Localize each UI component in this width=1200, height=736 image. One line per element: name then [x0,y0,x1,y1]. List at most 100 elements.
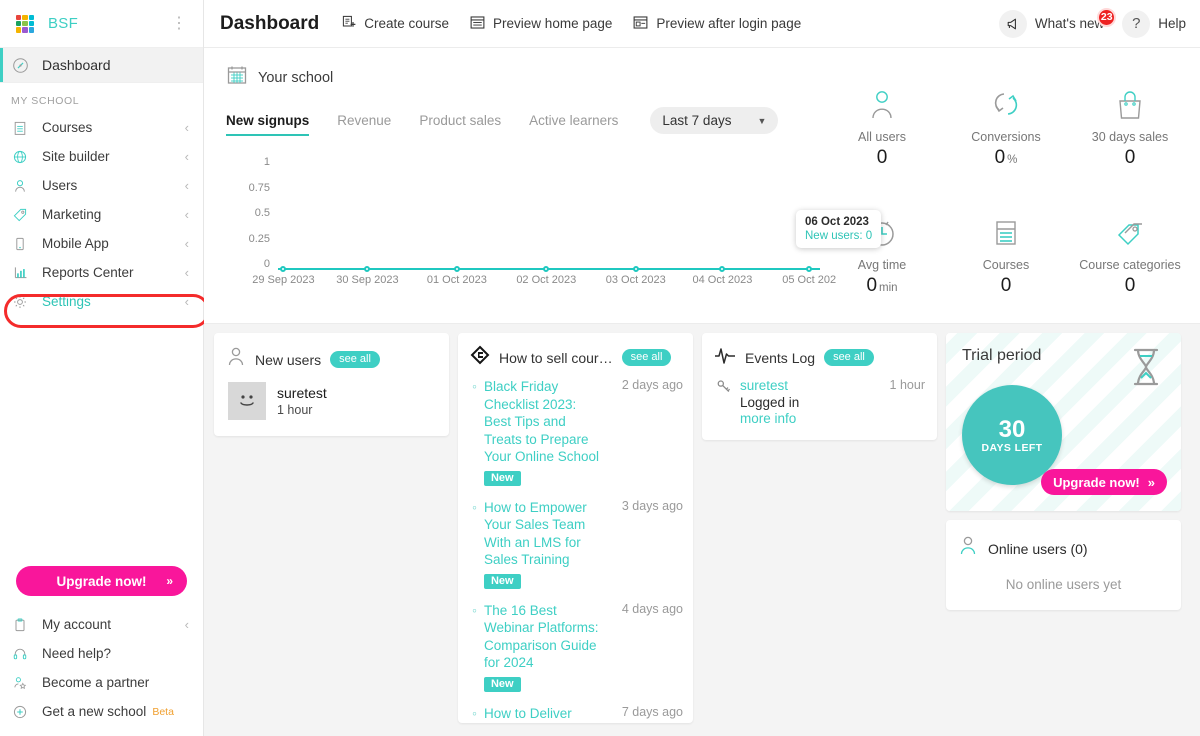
see-all-button[interactable]: see all [621,349,672,366]
chart-point[interactable] [280,266,287,272]
clipboard-icon [12,617,34,633]
blog-main: How to Empower Your Sales Team With an L… [483,499,602,589]
tab-revenue[interactable]: Revenue [337,113,405,136]
help-button[interactable]: ? Help [1122,9,1186,38]
book-icon [12,120,34,136]
sidebar-item-label: Marketing [42,207,102,222]
trial-upgrade-button[interactable]: Upgrade now! » [1041,469,1167,495]
globe-icon [12,149,34,165]
chevron-left-icon[interactable]: ‹ [185,265,189,280]
sidebar-item-get-a-new-school[interactable]: Get a new school Beta [0,697,203,726]
card-title: Events Log [745,349,816,366]
kebab-menu-icon[interactable]: ⋮ [171,15,191,31]
y-tick: 0.25 [248,232,270,245]
sidebar-item-label: Need help? [42,646,112,661]
chevron-left-icon[interactable]: ‹ [185,149,189,164]
sidebar-item-reports-center[interactable]: Reports Center ‹ [0,258,203,287]
sidebar-item-mobile-app[interactable]: Mobile App ‹ [0,229,203,258]
chart-point[interactable] [364,266,371,272]
list-item: ◦ How to Empower Your Sales Team With an… [472,499,683,589]
hourglass-icon [1129,347,1163,392]
user-icon [958,534,978,563]
stat-value: 0 [876,146,888,168]
chevron-left-icon[interactable]: ‹ [185,120,189,135]
blog-link[interactable]: The 16 Best Webinar Platforms: Compariso… [484,602,602,672]
chart-point[interactable] [632,266,639,272]
create-course-label: Create course [364,16,450,31]
chevron-left-icon[interactable]: ‹ [185,178,189,193]
price-tag-icon [1113,208,1147,250]
content: Your school New signups Revenue Product … [204,48,1200,736]
blog-link[interactable]: How to Deliver [484,705,602,723]
chart-x-axis: 29 Sep 2023 30 Sep 2023 01 Oct 2023 02 O… [252,274,836,292]
sidebar-item-marketing[interactable]: Marketing ‹ [0,200,203,229]
sidebar-item-label: Reports Center [42,265,134,280]
bullet-icon: ◦ [472,498,477,515]
x-tick: 29 Sep 2023 [252,274,315,286]
chart-section: Your school New signups Revenue Product … [204,48,836,323]
right-column: Trial period 30 DAYS LEFT Upgrade now! » [946,333,1181,610]
stat-value: 0 [1124,146,1136,168]
see-all-button[interactable]: see all [330,351,380,368]
sidebar-item-label: Get a new school [42,704,147,719]
user-icon [226,345,246,374]
calendar-icon [226,64,248,91]
page-title: Dashboard [220,12,320,34]
pulse-icon [714,345,736,370]
see-all-button[interactable]: see all [824,349,874,366]
upgrade-label: Upgrade now! [56,573,147,589]
sidebar-upgrade-button[interactable]: Upgrade now! » [16,566,187,596]
topbar: Dashboard Create course Preview home pag… [204,0,1200,48]
tab-product-sales[interactable]: Product sales [419,113,515,136]
trial-upgrade-label: Upgrade now! [1053,474,1140,490]
sidebar-item-users[interactable]: Users ‹ [0,171,203,200]
stat-number: 0 [866,275,878,297]
blog-link[interactable]: How to Empower Your Sales Team With an L… [484,499,602,569]
event-more-info-link[interactable]: more info [740,411,799,426]
chart-point[interactable] [453,266,460,272]
event-user-link[interactable]: suretest [740,378,799,393]
date-range-select[interactable]: Last 7 days ▼ [650,107,779,134]
tab-active-learners[interactable]: Active learners [529,113,632,136]
x-tick: 05 Oct 202 [782,274,837,286]
browser-icon [469,14,486,34]
preview-after-login-page-button[interactable]: Preview after login page [632,14,801,34]
sidebar-item-need-help[interactable]: Need help? [0,639,203,668]
chart-point[interactable] [806,266,813,272]
stat-conversions: Conversions 0% [944,60,1068,189]
stat-30-days-sales: 30 days sales 0 [1068,60,1192,189]
card-header: How to sell cour… see all [458,333,693,378]
sidebar-item-dashboard[interactable]: Dashboard [0,48,203,82]
tooltip-date: 06 Oct 2023 [805,216,869,228]
chart-point[interactable] [543,266,550,272]
chevron-left-icon[interactable]: ‹ [185,294,189,309]
blog-link[interactable]: Black Friday Checklist 2023: Best Tips a… [484,378,602,466]
whats-new-button[interactable]: What's new 23 [998,7,1117,38]
online-users-card: Online users (0) No online users yet [946,520,1181,610]
blog-list: ◦ Black Friday Checklist 2023: Best Tips… [458,378,693,722]
sidebar-item-settings[interactable]: Settings ‹ [0,287,203,316]
speedometer-icon [12,57,34,74]
tab-new-signups[interactable]: New signups [226,113,323,136]
card-title: How to sell cour… [499,349,613,366]
chevron-left-icon[interactable]: ‹ [185,617,189,632]
sidebar-item-become-a-partner[interactable]: Become a partner [0,668,203,697]
sidebar-item-site-builder[interactable]: Site builder ‹ [0,142,203,171]
tooltip-value: New users: 0 [805,230,873,242]
blog-main: Black Friday Checklist 2023: Best Tips a… [483,378,602,486]
key-icon [716,378,732,426]
tag-icon [12,207,34,223]
list-item[interactable]: suretest 1 hour [214,382,449,436]
chevron-left-icon[interactable]: ‹ [185,207,189,222]
stat-label: Course categories [1079,258,1181,273]
sidebar-item-courses[interactable]: Courses ‹ [0,113,203,142]
create-course-button[interactable]: Create course [341,14,449,33]
sidebar-item-my-account[interactable]: My account ‹ [0,610,203,639]
preview-home-page-button[interactable]: Preview home page [469,14,612,34]
stat-value: 0 [1000,275,1012,297]
chart-point[interactable] [719,266,726,272]
chevron-left-icon[interactable]: ‹ [185,236,189,251]
beta-badge: Beta [152,705,174,718]
sidebar-item-label: Mobile App [42,236,109,251]
